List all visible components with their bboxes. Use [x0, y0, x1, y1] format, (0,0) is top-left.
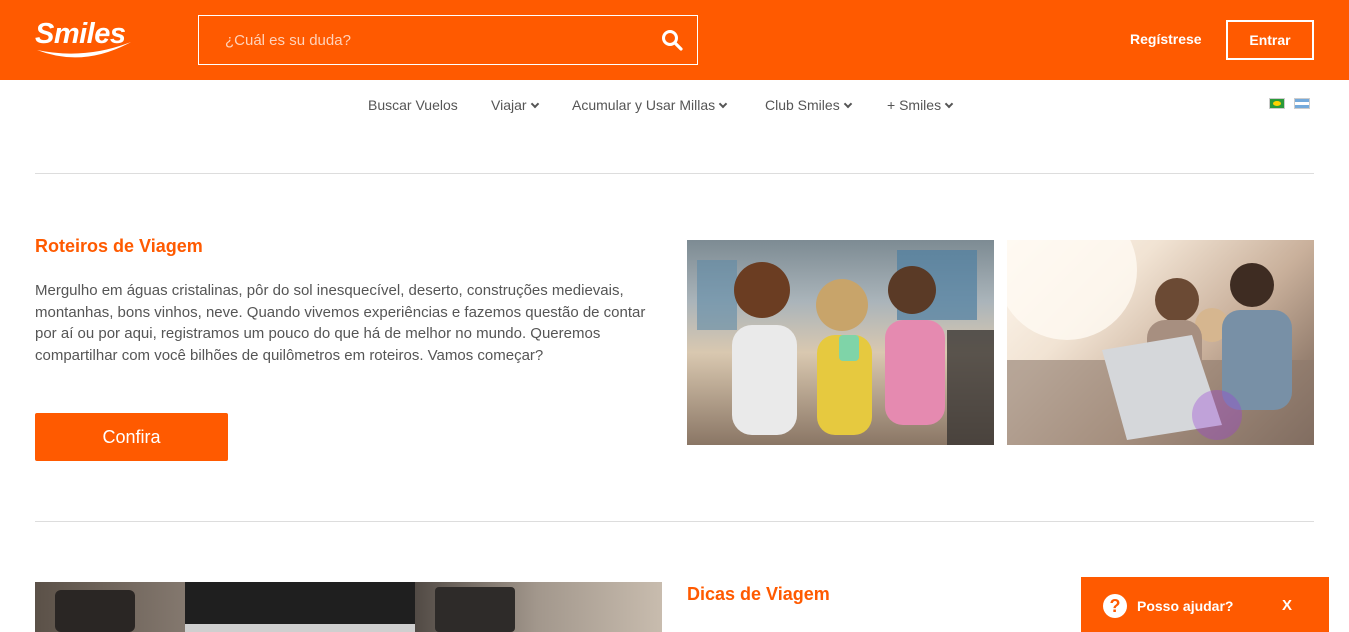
- nav-item-label: Club Smiles: [765, 97, 840, 113]
- register-link[interactable]: Regístrese: [1130, 31, 1202, 47]
- login-button[interactable]: Entrar: [1226, 20, 1314, 60]
- help-widget[interactable]: ? Posso ajudar? X: [1081, 577, 1329, 632]
- close-icon[interactable]: X: [1282, 597, 1292, 614]
- smiles-logo[interactable]: Smiles: [35, 16, 135, 62]
- chevron-down-icon: [944, 99, 954, 109]
- divider: [35, 521, 1314, 522]
- nav-item-acumular-usar-millas[interactable]: Acumular y Usar Millas: [572, 97, 728, 113]
- section-title-dicas: Dicas de Viagem: [687, 584, 830, 604]
- help-label: Posso ajudar?: [1137, 598, 1234, 614]
- chevron-down-icon: [718, 99, 728, 109]
- section-title-roteiros: Roteiros de Viagem: [35, 236, 203, 256]
- nav-item-buscar-vuelos[interactable]: Buscar Vuelos: [368, 97, 458, 113]
- chevron-down-icon: [843, 99, 852, 109]
- nav-item-label: Buscar Vuelos: [368, 97, 458, 113]
- question-icon: ?: [1103, 594, 1127, 618]
- nav-item-mas-smiles[interactable]: + Smiles: [887, 97, 954, 113]
- nav-item-club-smiles[interactable]: Club Smiles: [765, 97, 852, 113]
- chevron-down-icon: [530, 99, 539, 109]
- header-bar: Smiles Regístrese Entrar: [0, 0, 1349, 80]
- search-icon[interactable]: [661, 29, 683, 51]
- confira-button[interactable]: Confira: [35, 413, 228, 461]
- nav-item-label: + Smiles: [887, 97, 942, 113]
- logo-smile-icon: [37, 42, 131, 58]
- travel-photo-laptop-desk: [35, 582, 662, 632]
- divider: [35, 173, 1314, 174]
- main-nav: Buscar Vuelos Viajar Acumular y Usar Mil…: [0, 80, 1349, 130]
- section-description: Mergulho em águas cristalinas, pôr do so…: [35, 282, 646, 365]
- nav-item-viajar[interactable]: Viajar: [491, 97, 539, 113]
- brazil-flag-icon[interactable]: [1269, 98, 1285, 109]
- nav-item-label: Acumular y Usar Millas: [572, 97, 716, 113]
- travel-photo-family-laptop: [1007, 240, 1314, 445]
- nav-item-label: Viajar: [491, 97, 527, 113]
- search-box: [198, 15, 698, 65]
- search-input[interactable]: [199, 16, 649, 64]
- travel-photo-friends-car: [687, 240, 994, 445]
- argentina-flag-icon[interactable]: [1294, 98, 1310, 109]
